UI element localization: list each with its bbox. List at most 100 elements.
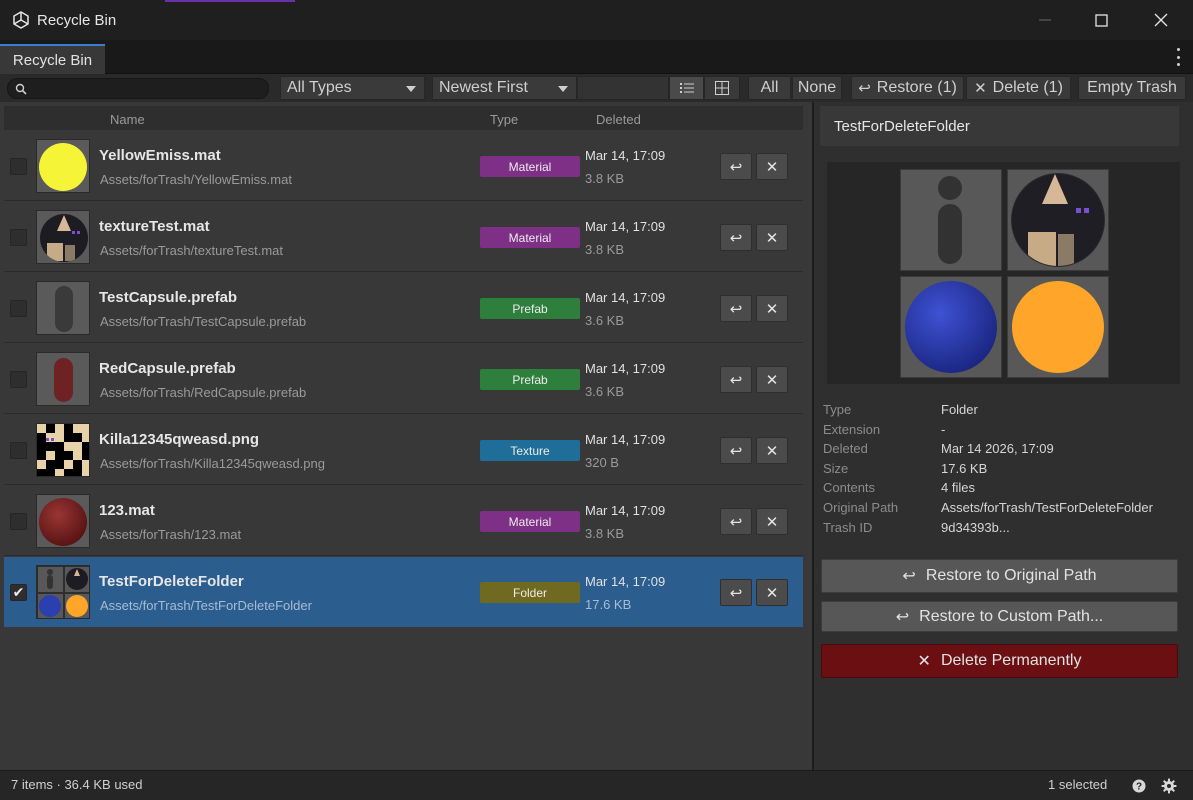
list-header: Name Type Deleted <box>4 106 803 130</box>
status-summary: 7 items · 36.4 KB used <box>11 777 143 792</box>
row-checkbox[interactable] <box>10 300 27 317</box>
item-name: YellowEmiss.mat <box>99 147 221 164</box>
asset-thumbnail <box>36 139 90 193</box>
delete-item-button[interactable]: ✕ <box>756 437 788 464</box>
table-row[interactable]: TestCapsule.prefab Assets/forTrash/TestC… <box>4 273 803 343</box>
textured-sphere-icon <box>1008 170 1108 270</box>
column-deleted[interactable]: Deleted <box>596 112 641 127</box>
restore-original-button[interactable]: ↩ Restore to Original Path <box>821 559 1178 593</box>
status-bar: 7 items · 36.4 KB used 1 selected ? <box>0 770 1193 800</box>
restore-item-button[interactable]: ↩ <box>720 508 752 535</box>
restore-selected-button[interactable]: ↩ Restore (1) <box>851 76 964 100</box>
row-checkbox[interactable] <box>10 229 27 246</box>
close-icon <box>1154 13 1168 27</box>
restore-item-button[interactable]: ↩ <box>720 224 752 251</box>
item-deleted-date: Mar 14, 17:09 <box>585 432 666 447</box>
restore-icon: ↩ <box>895 608 910 626</box>
restore-icon: ↩ <box>729 584 743 602</box>
orange-sphere-icon <box>1008 277 1108 377</box>
titlebar-accent <box>165 0 295 2</box>
red-capsule-icon <box>37 353 89 405</box>
help-icon[interactable]: ? <box>1131 778 1147 794</box>
restore-icon: ↩ <box>729 371 743 389</box>
item-path: Assets/forTrash/Killa12345qweasd.png <box>100 456 325 471</box>
restore-item-button[interactable]: ↩ <box>720 437 752 464</box>
delete-item-button[interactable]: ✕ <box>756 224 788 251</box>
asset-thumbnail <box>36 281 90 335</box>
item-name: 123.mat <box>99 502 155 519</box>
item-size: 3.8 KB <box>585 526 625 541</box>
item-path: Assets/forTrash/YellowEmiss.mat <box>100 172 292 187</box>
item-deleted-date: Mar 14, 17:09 <box>585 219 666 234</box>
item-name: RedCapsule.prefab <box>99 360 236 377</box>
toolbar: All Types Newest First All None ↩ Restore… <box>0 74 1193 102</box>
row-checkbox[interactable] <box>10 158 27 175</box>
window-title: Recycle Bin <box>37 11 117 29</box>
folder-grid-icon <box>37 566 89 618</box>
column-type[interactable]: Type <box>490 112 518 127</box>
grey-capsule-icon <box>37 282 89 334</box>
property-trash-id: Trash ID 9d34393b... <box>823 519 1010 535</box>
restore-icon: ↩ <box>902 568 916 585</box>
sort-order-dropdown[interactable]: Newest First <box>432 76 577 100</box>
list-view-icon <box>679 83 694 93</box>
preview-cell <box>900 169 1002 271</box>
restore-icon: ↩ <box>729 300 743 318</box>
trash-list: Name Type Deleted YellowEmiss.mat Assets… <box>0 102 812 770</box>
table-row[interactable]: YellowEmiss.mat Assets/forTrash/YellowEm… <box>4 131 803 201</box>
item-deleted-date: Mar 14, 17:09 <box>585 148 666 163</box>
table-row[interactable]: textureTest.mat Assets/forTrash/textureT… <box>4 202 803 272</box>
maximize-icon <box>1094 13 1108 27</box>
restore-icon: ↩ <box>729 229 743 247</box>
close-icon: ✕ <box>765 158 779 176</box>
row-checkbox[interactable] <box>10 442 27 459</box>
property-original-path: Original Path Assets/forTrash/TestForDele… <box>823 499 1153 515</box>
restore-item-button[interactable]: ↩ <box>720 295 752 322</box>
item-name: Killa12345qweasd.png <box>99 431 260 448</box>
restore-icon: ↩ <box>729 513 743 531</box>
status-selected: 1 selected <box>1048 777 1108 792</box>
delete-item-button[interactable]: ✕ <box>756 153 788 180</box>
delete-item-button[interactable]: ✕ <box>756 295 788 322</box>
row-checkbox[interactable]: ✔ <box>10 584 27 601</box>
delete-permanently-button[interactable]: ✕ Delete Permanently <box>821 644 1178 678</box>
select-all-button[interactable]: All <box>748 76 791 100</box>
delete-selected-label: Delete (1) <box>992 79 1063 96</box>
property-size: Size 17.6 KB <box>823 460 988 476</box>
more-options-icon[interactable] <box>1175 48 1181 66</box>
minimize-button[interactable] <box>1015 0 1075 40</box>
delete-item-button[interactable]: ✕ <box>756 366 788 393</box>
select-none-button[interactable]: None <box>792 76 842 100</box>
preview-cell <box>1007 169 1109 271</box>
column-name[interactable]: Name <box>110 112 145 127</box>
restore-item-button[interactable]: ↩ <box>720 579 752 606</box>
table-row[interactable]: RedCapsule.prefab Assets/forTrash/RedCap… <box>4 344 803 414</box>
close-icon: ✕ <box>765 513 779 531</box>
type-badge: Material <box>480 227 580 248</box>
table-row[interactable]: 123.mat Assets/forTrash/123.mat Material… <box>4 486 803 556</box>
tab-strip: Recycle Bin <box>0 40 1193 74</box>
restore-item-button[interactable]: ↩ <box>720 153 752 180</box>
delete-item-button[interactable]: ✕ <box>756 508 788 535</box>
preview-cell <box>1007 276 1109 378</box>
close-button[interactable] <box>1131 0 1191 40</box>
search-input[interactable] <box>7 78 269 99</box>
minimize-icon <box>1039 19 1051 21</box>
maximize-button[interactable] <box>1071 0 1131 40</box>
settings-gear-icon[interactable] <box>1161 778 1177 794</box>
tab-recycle-bin[interactable]: Recycle Bin <box>0 44 105 74</box>
row-checkbox[interactable] <box>10 371 27 388</box>
delete-item-button[interactable]: ✕ <box>756 579 788 606</box>
restore-custom-button[interactable]: ↩ Restore to Custom Path... <box>821 601 1178 632</box>
table-row[interactable]: Killa12345qweasd.png Assets/forTrash/Kil… <box>4 415 803 485</box>
row-checkbox[interactable] <box>10 513 27 530</box>
type-filter-dropdown[interactable]: All Types <box>280 76 425 100</box>
grid-view-button[interactable] <box>704 76 740 100</box>
item-name: TestForDeleteFolder <box>99 573 244 590</box>
list-view-button[interactable] <box>669 76 704 100</box>
delete-selected-button[interactable]: ✕ Delete (1) <box>966 76 1071 100</box>
table-row[interactable]: ✔ TestForDeleteFolder Assets/forTrash/Te… <box>4 557 803 627</box>
empty-trash-button[interactable]: Empty Trash <box>1078 76 1186 100</box>
restore-item-button[interactable]: ↩ <box>720 366 752 393</box>
restore-icon: ↩ <box>729 442 743 460</box>
